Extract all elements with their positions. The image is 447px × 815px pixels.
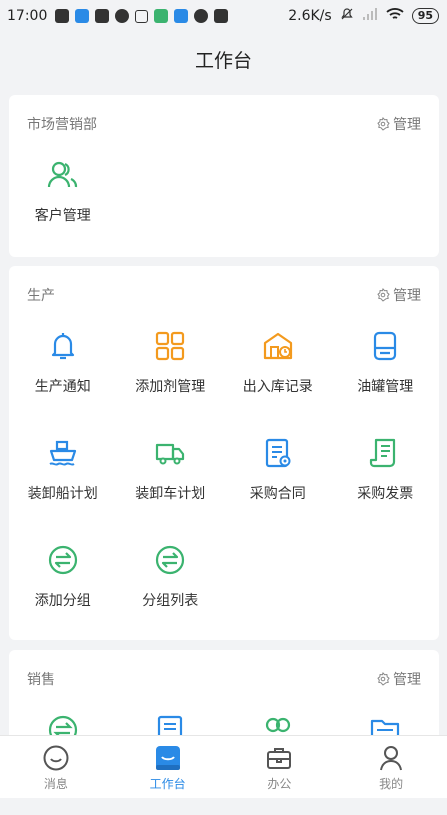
item-label: 生产通知 [34,379,91,395]
warehouse-clock-icon [263,332,292,360]
item-ship-plan[interactable]: 装卸船计划 [9,431,117,538]
item-tank-management[interactable]: 油罐管理 [332,324,440,431]
exchange-icon [156,545,185,575]
notification-icons [55,9,229,23]
item-label: 客户管理 [34,208,91,224]
chat-icon [194,9,209,23]
settings-icon [377,672,390,686]
settings-icon [377,288,390,302]
status-time: 17:00 [7,8,48,24]
contract-icon [265,438,291,468]
cloud-icon [135,9,149,23]
user-icon [380,746,403,771]
truck-icon [156,443,185,465]
battery-indicator: 95 [411,8,439,24]
item-label: 装卸车计划 [135,486,206,502]
tank-icon [374,331,397,361]
signal-icon [362,8,378,24]
manage-label: 管理 [393,672,421,688]
manage-label: 管理 [393,288,421,304]
item-label: 分组列表 [142,593,199,609]
section-marketing: 市场营销部 管理 客户管理 [9,95,439,257]
exchange-icon [48,545,77,575]
tab-workbench[interactable]: 工作台 [112,736,224,798]
message-icon [43,745,69,771]
app3-icon [174,9,189,23]
item-group-list[interactable]: 分组列表 [117,538,225,645]
download-icon [214,9,229,23]
manage-label: 管理 [393,117,421,133]
invoice-icon [370,438,396,468]
status-bar: 17:00 2.6K/s 95 [0,0,447,32]
manage-button[interactable]: 管理 [376,669,421,689]
app2-icon [154,9,169,23]
item-purchase-contract[interactable]: 采购合同 [224,431,332,538]
section-title: 销售 [27,672,55,688]
tab-label: 我的 [379,777,404,791]
section-title: 市场营销部 [27,117,97,133]
bottom-tab-bar: 消息 工作台 办公 我的 [0,735,447,798]
item-label: 添加分组 [34,593,91,609]
trash-icon [55,9,70,23]
ship-icon [49,440,76,466]
bell-icon [51,333,74,360]
tab-label: 办公 [267,777,292,791]
tab-messages[interactable]: 消息 [0,736,112,798]
item-label: 采购合同 [249,486,306,502]
tab-mine[interactable]: 我的 [335,736,447,798]
item-label: 出入库记录 [242,379,313,395]
app-icon [75,9,90,23]
item-production-notice[interactable]: 生产通知 [9,324,117,431]
settings-icon [377,117,390,131]
manage-button[interactable]: 管理 [376,114,421,134]
wifi-icon [386,7,404,25]
item-label: 油罐管理 [357,379,414,395]
save-icon [95,9,110,23]
customers-icon [47,161,77,188]
section-production: 生产 管理 生产通知 添加剂管理 出入库记录 油罐管理 装卸船计划 装卸车计划 … [9,266,439,640]
item-label: 采购发票 [357,486,414,502]
workbench-icon [155,746,180,770]
item-label: 添加剂管理 [135,379,206,395]
check-icon [115,9,130,23]
section-title: 生产 [27,288,55,304]
grid-apps-icon [156,331,185,361]
network-speed: 2.6K/s [288,8,332,24]
tab-office[interactable]: 办公 [224,736,336,798]
tab-label: 工作台 [149,777,186,791]
item-customer-management[interactable]: 客户管理 [9,153,117,260]
item-truck-plan[interactable]: 装卸车计划 [117,431,225,538]
briefcase-icon [267,748,292,769]
tab-label: 消息 [43,777,68,791]
item-label: 装卸船计划 [27,486,98,502]
mute-icon [340,7,354,25]
page-title: 工作台 [194,50,252,72]
item-purchase-invoice[interactable]: 采购发票 [332,431,440,538]
item-inout-records[interactable]: 出入库记录 [224,324,332,431]
item-additive-management[interactable]: 添加剂管理 [117,324,225,431]
item-add-group[interactable]: 添加分组 [9,538,117,645]
manage-button[interactable]: 管理 [376,285,421,305]
